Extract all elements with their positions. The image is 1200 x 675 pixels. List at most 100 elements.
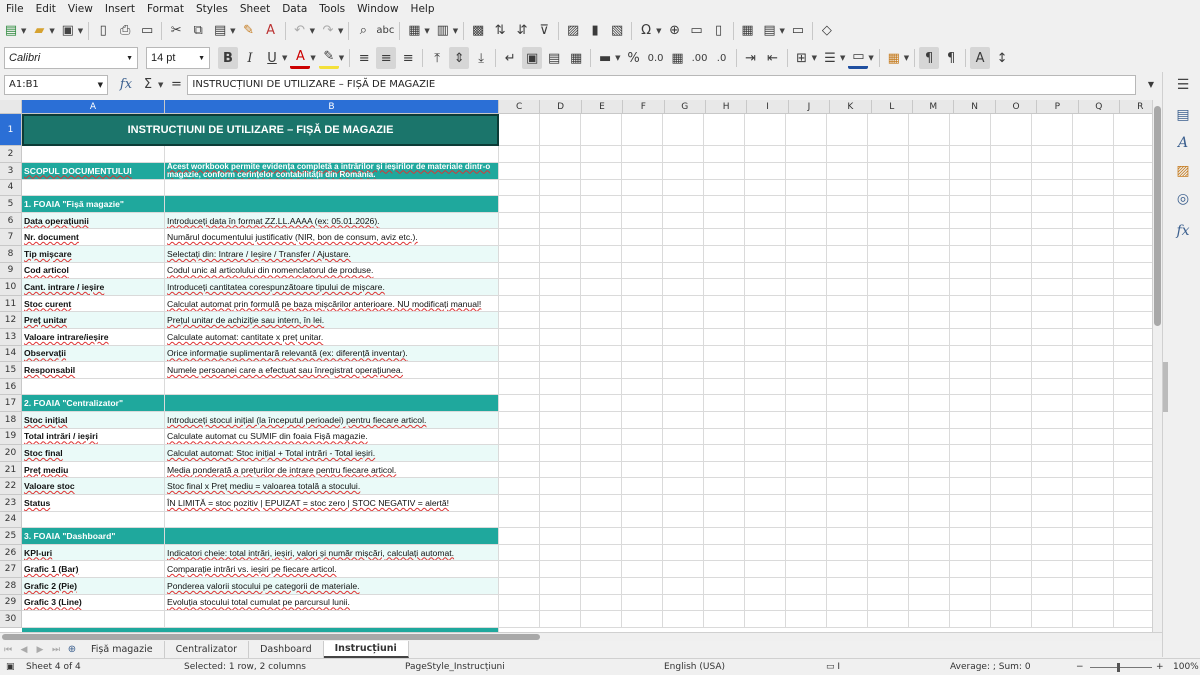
row-header[interactable]: 19 (0, 428, 22, 446)
cell-b[interactable]: Prețul unitar de achiziție sau intern, î… (165, 312, 499, 329)
paste-icon[interactable]: ▤ (210, 20, 230, 42)
empty-cells[interactable] (499, 212, 1152, 230)
language-status[interactable]: English (USA) (664, 662, 725, 672)
text-orientation-icon[interactable]: A (970, 47, 991, 69)
cell-a[interactable]: Valoare stoc (22, 478, 165, 495)
row-header[interactable]: 2 (0, 146, 22, 163)
export-pdf-icon[interactable]: ▯ (93, 20, 113, 42)
row-icon[interactable]: ▦ (404, 20, 424, 42)
empty-cells[interactable] (499, 611, 1152, 628)
empty-cells[interactable] (499, 114, 1152, 146)
empty-cells[interactable] (499, 146, 1152, 163)
column-header-g[interactable]: G (664, 100, 706, 114)
zoom-slider-handle[interactable] (1117, 663, 1120, 672)
row-header[interactable]: 22 (0, 478, 22, 495)
menu-file[interactable]: File (0, 3, 30, 15)
cell-b[interactable]: Introduceți stocul inițial (la începutul… (165, 412, 499, 429)
cell-b[interactable]: Acest workbook permite evidența completă… (165, 162, 499, 180)
cell-a[interactable] (22, 378, 165, 396)
chart-icon[interactable]: ▮ (585, 20, 605, 42)
highlight-color-icon[interactable]: ✎ (318, 47, 339, 69)
increase-indent-icon[interactable]: ⇥ (741, 47, 761, 69)
empty-cells[interactable] (499, 179, 1152, 197)
sum-status[interactable]: Average: ; Sum: 0 (950, 662, 1031, 672)
cell-a[interactable]: Preț unitar (22, 312, 165, 329)
number-format-icon[interactable]: 0.0 (646, 47, 666, 69)
currency-dropdown-icon[interactable]: ▼ (615, 54, 620, 62)
save-dropdown-icon[interactable]: ▼ (78, 27, 83, 35)
menu-window[interactable]: Window (351, 3, 404, 15)
empty-cells[interactable] (499, 412, 1152, 429)
chevron-down-icon[interactable]: ▼ (126, 55, 133, 62)
cell-b[interactable]: ÎN LIMITĂ = stoc pozitiv | EPUIZAT = sto… (165, 495, 499, 512)
paste-dropdown-icon[interactable]: ▼ (230, 27, 235, 35)
empty-cells[interactable] (499, 578, 1152, 595)
align-top-icon[interactable]: ⤒ (427, 47, 447, 69)
row-header[interactable]: 28 (0, 578, 22, 595)
freeze-icon[interactable]: ▩ (468, 20, 488, 42)
cell-b[interactable] (165, 196, 499, 213)
zoom-slider[interactable] (1090, 667, 1152, 668)
properties-icon[interactable]: ▤ (1172, 104, 1194, 126)
split-window-icon[interactable]: ▭ (788, 20, 808, 42)
cell-a[interactable] (22, 611, 165, 628)
cell-b[interactable] (165, 528, 499, 545)
cell-a[interactable]: Stoc final (22, 445, 165, 462)
row-header[interactable]: 13 (0, 329, 22, 346)
column-header-o[interactable]: O (995, 100, 1038, 114)
border-style-icon[interactable]: ☰ (820, 47, 840, 69)
cell-b[interactable] (165, 146, 499, 163)
row-header[interactable]: 21 (0, 461, 22, 479)
undo-dropdown-icon[interactable]: ▼ (310, 27, 315, 35)
menu-edit[interactable]: Edit (30, 3, 62, 15)
underline-dropdown-icon[interactable]: ▼ (282, 54, 287, 62)
name-box[interactable]: A1:B1 ▼ (4, 74, 108, 95)
sheet-tab-0[interactable]: Fișă magazie (80, 641, 165, 658)
empty-cells[interactable] (499, 461, 1152, 479)
cell-a[interactable]: 2. FOAIA "Centralizator" (22, 395, 165, 412)
cell-b[interactable]: Codul unic al articolului din nomenclato… (165, 262, 499, 280)
autofilter-icon[interactable]: ⊽ (534, 20, 554, 42)
align-left-icon[interactable]: ≡ (354, 47, 374, 69)
font-size-box[interactable]: 14 pt ▼ (146, 47, 210, 69)
align-middle-icon[interactable]: ⇕ (449, 47, 470, 69)
print-preview-icon[interactable]: ▭ (137, 20, 157, 42)
cell-a[interactable]: Tip mișcare (22, 246, 165, 263)
formula-equals-icon[interactable]: = (166, 74, 186, 96)
highlight-dropdown-icon[interactable]: ▼ (339, 54, 344, 62)
row-header[interactable]: 1 (0, 114, 22, 146)
row-header[interactable]: 6 (0, 212, 22, 230)
show-draw-functions-icon[interactable]: ◇ (817, 20, 837, 42)
cell-a[interactable] (22, 146, 165, 163)
hyperlink-icon[interactable]: ⊕ (665, 20, 685, 42)
row-header[interactable]: 10 (0, 279, 22, 296)
cell-a[interactable]: Valoare intrare/ieșire (22, 329, 165, 346)
chevron-down-icon[interactable]: ▼ (198, 55, 205, 62)
cell-b[interactable] (165, 179, 499, 197)
empty-cells[interactable] (499, 345, 1152, 363)
empty-cells[interactable] (499, 528, 1152, 545)
font-color-icon[interactable]: A (290, 47, 311, 69)
cell-a[interactable]: Cod articol (22, 262, 165, 280)
cell-a[interactable] (22, 179, 165, 197)
empty-cells[interactable] (499, 162, 1152, 180)
cell-a[interactable]: Preț mediu (22, 461, 165, 479)
row-header[interactable]: 18 (0, 412, 22, 429)
function-wizard-icon[interactable]: fx (116, 74, 136, 96)
freeze-dropdown-icon[interactable]: ▼ (780, 27, 785, 35)
italic-icon[interactable]: I (240, 47, 260, 69)
menu-styles[interactable]: Styles (190, 3, 234, 15)
title-merged-cell[interactable]: INSTRUCȚIUNI DE UTILIZARE – FIȘĂ DE MAGA… (22, 114, 499, 146)
font-color-dropdown-icon[interactable]: ▼ (310, 54, 315, 62)
cell-b[interactable]: Numărul documentului justificativ (NIR, … (165, 229, 499, 246)
cell-b[interactable] (165, 511, 499, 529)
redo-dropdown-icon[interactable]: ▼ (338, 27, 343, 35)
column-header-a[interactable]: A (22, 100, 165, 114)
sort-descending-icon[interactable]: ⇵ (512, 20, 532, 42)
column-header-b[interactable]: B (165, 100, 499, 114)
column-icon[interactable]: ▥ (433, 20, 453, 42)
expand-formula-icon[interactable]: ▼ (1141, 74, 1161, 96)
align-center-icon[interactable]: ≡ (376, 47, 397, 69)
cell-a[interactable]: Grafic 3 (Line) (22, 594, 165, 612)
define-print-area-icon[interactable]: ▦ (738, 20, 758, 42)
